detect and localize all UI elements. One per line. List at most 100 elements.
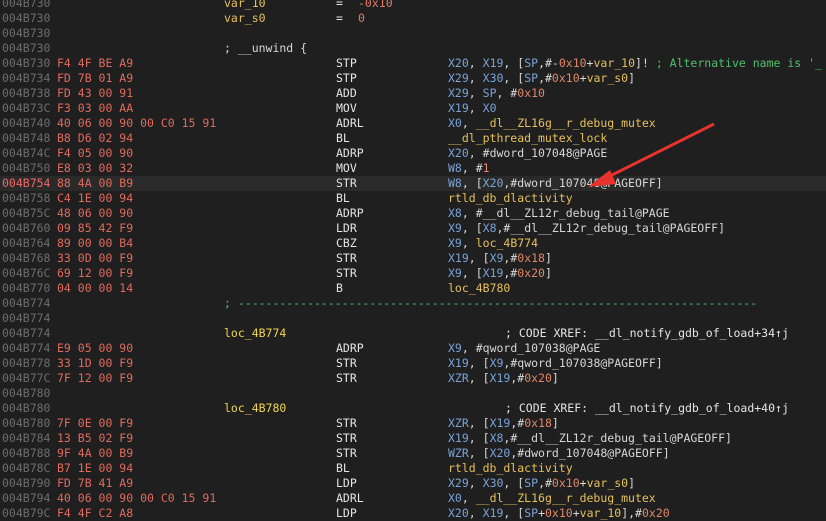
operand-token[interactable]: var_10 (593, 56, 635, 70)
operands[interactable]: X9, [X8,#__dl__ZL12r_debug_tail@PAGEOFF] (448, 221, 725, 236)
var-name[interactable]: var_s0 (224, 11, 266, 26)
mnemonic[interactable]: B (336, 281, 343, 296)
operands[interactable]: X19, X0 (448, 101, 497, 116)
operand-token[interactable]: __dl__ZL12r_debug_tail@PAGEOFF (517, 431, 725, 445)
label-row[interactable]: 004B774 loc_4B774 ; CODE XREF: __dl_notify… (0, 326, 826, 341)
mnemonic[interactable]: ADRL (336, 116, 364, 131)
instruction-row[interactable]: 004B780 7F 0E 00 F9 STR XZR, [X19,#0x18] (0, 416, 826, 431)
instruction-row[interactable]: 004B758 C4 1E 00 94 BL rtld_db_dlactivity (0, 191, 826, 206)
operand-token[interactable]: qword_107038@PAGEOFF (517, 356, 655, 370)
instruction-row[interactable]: 004B774 E9 05 00 90 ADRP X9, #qword_107038@… (0, 341, 826, 356)
stack-var-row[interactable]: 004B730 var_10 = -0x10 (0, 0, 826, 11)
instruction-row[interactable]: 004B75C 48 06 00 90 ADRP X8, #__dl__ZL12r_d… (0, 206, 826, 221)
operand-token[interactable]: var_10 (580, 506, 622, 520)
operands[interactable]: rtld_db_dlactivity (448, 191, 573, 206)
blank-row[interactable]: 004B780 (0, 386, 826, 401)
mnemonic[interactable]: ADRL (336, 491, 364, 506)
instruction-row[interactable]: 004B794 40 06 00 90 00 C0 15 91 ADRL X0, __… (0, 491, 826, 506)
mnemonic[interactable]: ADD (336, 86, 357, 101)
operand-token[interactable]: qword_107038@PAGE (483, 341, 601, 355)
mnemonic[interactable]: STR (336, 371, 357, 386)
operand-token[interactable]: __dl__ZL12r_debug_tail@PAGE (483, 206, 670, 220)
operands[interactable]: X19, [X9,#qword_107038@PAGEOFF] (448, 356, 663, 371)
instruction-row[interactable]: 004B738 FD 43 00 91 ADD X29, SP, #0x10 (0, 86, 826, 101)
operands[interactable]: loc_4B780 (448, 281, 510, 296)
xref-comment[interactable]: ; CODE XREF: __dl_notify_gdb_of_load+40↑… (505, 401, 789, 416)
operand-token[interactable]: dword_107048@PAGE (490, 146, 608, 160)
mnemonic[interactable]: ADRP (336, 206, 364, 221)
operand-token[interactable]: __dl_pthread_mutex_lock (448, 131, 607, 145)
operand-token[interactable]: loc_4B774 (476, 236, 538, 250)
blank-row[interactable]: 004B774 (0, 311, 826, 326)
operand-token[interactable]: __dl__ZL16g__r_debug_mutex (476, 491, 656, 505)
instruction-row[interactable]: 004B750 E8 03 00 32 MOV W8, #1 (0, 161, 826, 176)
mnemonic[interactable]: BL (336, 461, 350, 476)
instruction-row[interactable]: 004B74C F4 05 00 90 ADRP X20, #dword_107048… (0, 146, 826, 161)
operands[interactable]: XZR, [X19,#0x20] (448, 371, 559, 386)
mnemonic[interactable]: LDR (336, 221, 357, 236)
operands[interactable]: rtld_db_dlactivity (448, 461, 573, 476)
operand-token[interactable]: __dl__ZL12r_debug_tail@PAGEOFF (510, 221, 718, 235)
instruction-row[interactable]: 004B79C F4 4F C2 A8 LDP X20, X19, [SP+0x10+… (0, 506, 826, 521)
instruction-row[interactable]: 004B764 89 00 00 B4 CBZ X9, loc_4B774 (0, 236, 826, 251)
operands[interactable]: X9, [X19,#0x20] (448, 266, 552, 281)
operands[interactable]: X0, __dl__ZL16g__r_debug_mutex (448, 116, 656, 131)
operands[interactable]: X20, X19, [SP+0x10+var_10],#0x20 (448, 506, 670, 521)
operand-token[interactable]: rtld_db_dlactivity (448, 461, 573, 475)
instruction-row[interactable]: 004B770 04 00 00 14 Bloc_4B780 (0, 281, 826, 296)
code-label[interactable]: loc_4B774 (224, 326, 286, 341)
operands[interactable]: X29, X30, [SP,#0x10+var_s0] (448, 71, 635, 86)
instruction-row[interactable]: 004B77C 7F 12 00 F9 STR XZR, [X19,#0x20] (0, 371, 826, 386)
operand-token[interactable]: __dl__ZL16g__r_debug_mutex (476, 116, 656, 130)
mnemonic[interactable]: BL (336, 191, 350, 206)
separator-row[interactable]: 004B774 ; -------------------------------… (0, 296, 826, 311)
instruction-row[interactable]: 004B788 9F 4A 00 B9 STR WZR, [X20,#dword_10… (0, 446, 826, 461)
instruction-row[interactable]: 004B734 FD 7B 01 A9 STP X29, X30, [SP,#0x10… (0, 71, 826, 86)
operands[interactable]: W8, [X20,#dword_107048@PAGEOFF] (448, 176, 663, 191)
operands[interactable]: X9, #qword_107038@PAGE (448, 341, 600, 356)
mnemonic[interactable]: STR (336, 251, 357, 266)
mnemonic[interactable]: STP (336, 71, 357, 86)
operands[interactable]: X29, X30, [SP,#0x10+var_s0] (448, 476, 635, 491)
mnemonic[interactable]: STP (336, 56, 357, 71)
instruction-row[interactable]: 004B754 88 4A 00 B9 STR W8, [X20,#dword_107… (0, 176, 826, 191)
operands[interactable]: __dl_pthread_mutex_lock (448, 131, 607, 146)
operand-token[interactable]: dword_107048@PAGEOFF (517, 176, 655, 190)
instruction-row[interactable]: 004B78C B7 1E 00 94 BL rtld_db_dlactivity (0, 461, 826, 476)
operands[interactable]: X8, #__dl__ZL12r_debug_tail@PAGE (448, 206, 670, 221)
operands[interactable]: X20, X19, [SP,#-0x10+var_10]! ; Alternat… (448, 56, 822, 71)
operands[interactable]: X9, loc_4B774 (448, 236, 538, 251)
instruction-row[interactable]: 004B790 FD 7B 41 A9 LDP X29, X30, [SP,#0x10… (0, 476, 826, 491)
mnemonic[interactable]: STR (336, 431, 357, 446)
operands[interactable]: X19, [X9,#0x18] (448, 251, 552, 266)
disassembly-listing[interactable]: 004B730 var_10 = -0x10 004B730 var_s0 = 0 004B73… (0, 0, 826, 521)
code-label[interactable]: loc_4B780 (224, 401, 286, 416)
mnemonic[interactable]: STR (336, 176, 357, 191)
blank-row[interactable]: 004B730 (0, 26, 826, 41)
instruction-row[interactable]: 004B730 F4 4F BE A9 STP X20, X19, [SP,#-0x1… (0, 56, 826, 71)
instruction-row[interactable]: 004B740 40 06 00 90 00 C0 15 91 ADRL X0, __… (0, 116, 826, 131)
operands[interactable]: XZR, [X19,#0x18] (448, 416, 559, 431)
operands[interactable]: X20, #dword_107048@PAGE (448, 146, 607, 161)
instruction-row[interactable]: 004B73C F3 03 00 AA MOV X19, X0 (0, 101, 826, 116)
mnemonic[interactable]: ADRP (336, 341, 364, 356)
stack-var-row[interactable]: 004B730 var_s0 = 0 (0, 11, 826, 26)
var-name[interactable]: var_10 (224, 0, 266, 11)
mnemonic[interactable]: ADRP (336, 146, 364, 161)
mnemonic[interactable]: LDP (336, 476, 357, 491)
instruction-row[interactable]: 004B748 B8 D6 02 94 BL __dl_pthread_mutex_l… (0, 131, 826, 146)
operands[interactable]: X0, __dl__ZL16g__r_debug_mutex (448, 491, 656, 506)
mnemonic[interactable]: STR (336, 356, 357, 371)
instruction-row[interactable]: 004B768 33 0D 00 F9 STR X19, [X9,#0x18] (0, 251, 826, 266)
operand-token[interactable]: var_s0 (587, 71, 629, 85)
instruction-row[interactable]: 004B76C 69 12 00 F9 STR X9, [X19,#0x20] (0, 266, 826, 281)
operand-token[interactable]: rtld_db_dlactivity (448, 191, 573, 205)
instruction-row[interactable]: 004B784 13 B5 02 F9 STR X19, [X8,#__dl__ZL1… (0, 431, 826, 446)
mnemonic[interactable]: BL (336, 131, 350, 146)
mnemonic[interactable]: LDP (336, 506, 357, 521)
instruction-row[interactable]: 004B760 09 85 42 F9 LDR X9, [X8,#__dl__ZL12… (0, 221, 826, 236)
instruction-row[interactable]: 004B778 33 1D 00 F9 STR X19, [X9,#qword_107… (0, 356, 826, 371)
mnemonic[interactable]: STR (336, 266, 357, 281)
mnemonic[interactable]: STR (336, 446, 357, 461)
mnemonic[interactable]: STR (336, 416, 357, 431)
